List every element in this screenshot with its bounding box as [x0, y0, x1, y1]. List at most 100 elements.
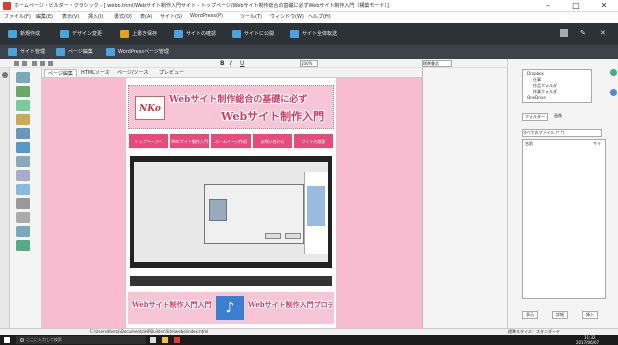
save-icon — [120, 30, 129, 38]
task-view-icon[interactable] — [150, 337, 156, 343]
view-button[interactable]: 表示 — [522, 311, 538, 319]
taskbar-search-input[interactable]: ここに入力して検索 — [16, 336, 146, 344]
menu-insert[interactable]: 挿入(I) — [88, 13, 103, 20]
title-bar: ホームページ・ビルダー・クラシック - [ webo.html/Webサイト制作… — [0, 0, 618, 12]
wordpress-icon — [106, 48, 115, 56]
tool-icon[interactable] — [16, 170, 30, 181]
zoom-select[interactable]: 100% — [300, 60, 318, 67]
wordpress-page-button[interactable]: WordPressページ管理 — [106, 47, 176, 57]
maximize-button[interactable]: □ — [562, 0, 590, 12]
menu-help[interactable]: ヘルプ(H) — [308, 13, 331, 20]
tool-icon[interactable] — [16, 156, 30, 167]
design-change-button[interactable]: デザイン変更 — [60, 29, 116, 39]
panel-icon[interactable] — [610, 69, 617, 76]
site-manage-button[interactable]: サイト管理 — [8, 47, 52, 57]
underline-button[interactable]: U — [240, 60, 244, 67]
windows-start-icon[interactable] — [4, 337, 10, 343]
file-filter-select[interactable]: すべてのファイル (*.*) — [522, 129, 602, 137]
menu-view[interactable]: 表示(V) — [62, 13, 79, 20]
column-header-name[interactable]: 名前 — [525, 141, 533, 147]
nav-item[interactable]: トップページへ — [128, 133, 169, 149]
app-icon — [3, 2, 11, 10]
style-select[interactable]: 標準書式 — [422, 60, 452, 67]
tab-image[interactable]: 画像 — [552, 113, 564, 119]
tab-html-source[interactable]: HTMLソース — [78, 69, 113, 77]
homepage-builder-taskbar-icon[interactable] — [174, 337, 180, 343]
tool-icon[interactable] — [16, 86, 30, 97]
detail-button[interactable]: 詳細 — [552, 311, 568, 319]
tool-icon[interactable] — [16, 72, 30, 83]
transfer-icon — [290, 30, 299, 38]
copy-icon[interactable] — [40, 61, 45, 66]
redo-icon[interactable] — [22, 61, 27, 66]
minimize-button[interactable]: – — [534, 0, 562, 12]
panel-icon[interactable] — [560, 29, 568, 37]
tab-preview[interactable]: プレビュー — [156, 69, 187, 77]
tool-icon[interactable] — [16, 142, 30, 153]
tool-icon[interactable] — [16, 226, 30, 237]
nav-item[interactable]: サイト内検索 — [293, 133, 334, 149]
paste-icon[interactable] — [48, 61, 53, 66]
embedded-screenshot-image[interactable] — [130, 156, 332, 268]
menu-format[interactable]: 書式(O) — [114, 13, 132, 20]
menu-wordpress[interactable]: WordPress(P) — [190, 13, 223, 19]
insert-button[interactable]: 挿入 — [582, 311, 598, 319]
menu-bar: ファイル(F) 編集(E) 表示(V) 挿入(I) 書式(O) 表(A) サイト… — [0, 12, 618, 23]
nav-item[interactable]: ホームページ作成 — [210, 133, 252, 149]
tool-icon[interactable] — [16, 184, 30, 195]
site-check-button[interactable]: サイトの確認 — [174, 29, 228, 39]
tool-icon[interactable] — [16, 128, 30, 139]
tool-icon[interactable] — [16, 114, 30, 125]
design-icon — [60, 30, 69, 38]
pin-icon[interactable]: ✎ — [580, 29, 588, 37]
tool-icon[interactable] — [16, 100, 30, 111]
transfer-button[interactable]: サイト全体転送 — [290, 29, 350, 39]
page-edit-icon — [56, 48, 65, 56]
site-check-icon — [174, 30, 183, 38]
italic-button[interactable]: I — [230, 60, 232, 67]
clock-date[interactable]: 2017/06/07 — [576, 340, 599, 345]
new-button[interactable]: 新規作成 — [8, 29, 56, 39]
tool-icon[interactable] — [16, 198, 30, 209]
bottom-banner-left[interactable]: Webサイト制作入門入門 — [132, 300, 212, 310]
main-toolbar: 新規作成 デザイン変更 上書き保存 サイトの確認 サイトに公開 サイト全体転送 … — [0, 23, 618, 45]
cut-icon[interactable] — [32, 61, 37, 66]
tool-icon[interactable] — [16, 240, 30, 251]
column-header-size[interactable]: サイ — [593, 141, 601, 147]
edited-page[interactable]: NKo Webサイト制作総合の基礎に必ず Webサイト制作入門 トップページへ … — [126, 78, 336, 328]
bottom-banner[interactable]: Webサイト制作入門入門 ♪ Webサイト制作入門プロデューサー — [128, 292, 334, 324]
tab-folder[interactable]: フォルダー — [522, 113, 548, 121]
menu-window[interactable]: ウィンドウ(W) — [270, 13, 304, 20]
screenshot-dialog-image — [209, 199, 227, 221]
publish-button[interactable]: サイトに公開 — [232, 29, 286, 39]
site-logo[interactable]: NKo — [135, 96, 165, 120]
bottom-banner-right[interactable]: Webサイト制作入門プロデューサー — [248, 300, 332, 310]
tree-item[interactable]: Dropbox — [527, 71, 544, 76]
panel-toggle-icon[interactable] — [2, 72, 8, 78]
undo-icon[interactable] — [14, 61, 19, 66]
menu-file[interactable]: ファイル(F) — [4, 13, 31, 20]
tree-item[interactable]: OneDrive — [527, 95, 546, 100]
header-banner[interactable]: NKo Webサイト制作総合の基礎に必ず Webサイト制作入門 — [128, 85, 334, 129]
editor-canvas[interactable]: NKo Webサイト制作総合の基礎に必ず Webサイト制作入門 トップページへ … — [42, 78, 422, 328]
close-button[interactable]: ✕ — [590, 0, 618, 12]
menu-site[interactable]: サイト(S) — [160, 13, 182, 20]
bold-button[interactable]: B — [220, 60, 225, 67]
tab-page-edit[interactable]: ページ編集 — [44, 69, 77, 77]
search-icon — [20, 338, 24, 342]
close-panel-icon[interactable]: ✕ — [600, 29, 608, 37]
tool-icon[interactable] — [16, 212, 30, 223]
menu-tools[interactable]: ツール(T) — [240, 13, 262, 20]
page-edit-button[interactable]: ページ編集 — [56, 47, 102, 57]
header-title-line2: Webサイト制作入門 — [221, 110, 325, 123]
save-button[interactable]: 上書き保存 — [120, 29, 170, 39]
panel-icon[interactable] — [610, 89, 617, 96]
menu-table[interactable]: 表(A) — [140, 13, 152, 20]
file-explorer-icon[interactable] — [162, 337, 168, 343]
menu-edit[interactable]: 編集(E) — [36, 13, 53, 20]
tab-page-source[interactable]: ページ/ソース — [114, 69, 151, 77]
nav-item[interactable]: お問い合わせ — [252, 133, 293, 149]
screenshot-dialog — [204, 184, 304, 244]
file-list[interactable]: 名前 サイ — [522, 139, 606, 299]
nav-item[interactable]: Webサイト制作入門 — [169, 133, 210, 149]
